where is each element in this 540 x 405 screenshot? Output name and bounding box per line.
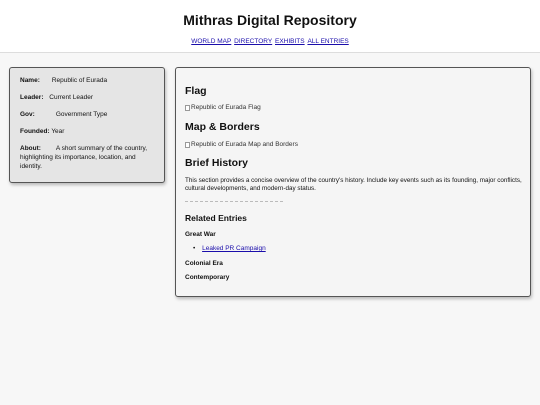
leader-value: Current Leader [49,94,94,101]
nav-world-map-link[interactable]: WORLD MAP [191,38,231,45]
great-war-list: Leaked PR Campaign [193,245,266,252]
history-text: This section provides a concise overview… [185,177,522,192]
related-entries-heading: Related Entries [185,213,247,223]
leaked-pr-campaign-link[interactable]: Leaked PR Campaign [202,245,266,252]
map-image: Republic of Eurada Map and Borders [185,141,298,148]
site-title: Mithras Digital Repository [183,12,357,28]
era-great-war: Great War [185,231,216,238]
info-row-leader: Leader: Current Leader [20,93,154,102]
info-row-founded: Founded: Year [20,127,154,136]
name-value: Republic of Eurada [51,77,108,84]
gov-label: Gov: [20,111,35,118]
info-row-name: Name: Republic of Eurada [20,76,154,85]
section-divider [185,201,283,202]
flag-heading: Flag [185,85,207,97]
flag-image-alt: Republic of Eurada Flag [191,104,261,111]
top-nav: WORLD MAP DIRECTORY EXHIBITS ALL ENTRIES [0,38,540,46]
founded-value: Year [51,128,65,135]
info-row-about: About: A short summary of the country, h… [20,144,154,171]
entry-content: Flag Republic of Eurada Flag Map & Borde… [175,67,531,297]
about-label: About: [20,145,41,152]
gov-value: Government Type [55,111,108,118]
map-heading: Map & Borders [185,121,260,133]
nav-exhibits-link[interactable]: EXHIBITS [275,38,305,45]
map-image-alt: Republic of Eurada Map and Borders [191,141,298,148]
era-colonial-era: Colonial Era [185,260,223,267]
broken-image-icon [185,104,190,111]
flag-image: Republic of Eurada Flag [185,104,261,111]
info-row-gov: Gov: Government Type [20,110,154,119]
era-contemporary: Contemporary [185,274,230,281]
site-header: Mithras Digital Repository WORLD MAP DIR… [0,0,540,53]
name-label: Name: [20,77,40,84]
broken-image-icon [185,141,190,148]
list-item: Leaked PR Campaign [193,245,266,252]
country-infobox: Name: Republic of Eurada Leader: Current… [9,67,165,183]
history-heading: Brief History [185,157,249,169]
nav-all-entries-link[interactable]: ALL ENTRIES [307,38,348,45]
leader-label: Leader: [20,94,44,101]
founded-label: Founded: [20,128,50,135]
nav-directory-link[interactable]: DIRECTORY [234,38,272,45]
